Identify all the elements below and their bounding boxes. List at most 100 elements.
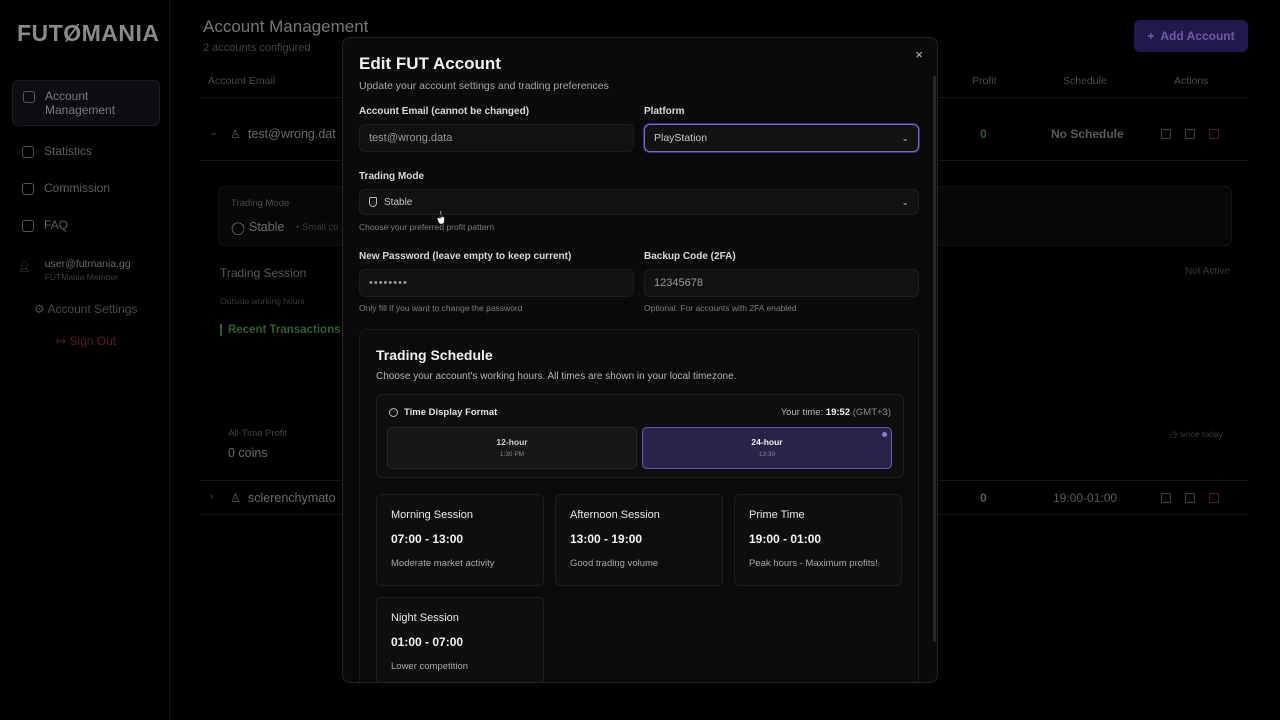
- user-icon: 👤︎: [18, 262, 31, 273]
- time-format-header: Time Display Format: [389, 407, 497, 418]
- sidebar-item-label: Account Management: [45, 89, 116, 117]
- session-desc: Good trading volume: [570, 558, 659, 569]
- sync-icon[interactable]: [1161, 129, 1171, 139]
- sidebar-item-commission[interactable]: Commission: [12, 173, 160, 203]
- chevron-down-icon: ⌄: [901, 196, 909, 207]
- dialog-title: Edit FUT Account: [359, 54, 501, 73]
- add-account-button[interactable]: + Add Account: [1134, 20, 1248, 52]
- email-field: test@wrong.data: [359, 124, 634, 152]
- backup-code-help: Optional: For accounts with 2FA enabled: [644, 303, 797, 313]
- logout-icon: ↦: [56, 334, 67, 348]
- sidebar-item-faq[interactable]: FAQ: [12, 210, 160, 240]
- session-name: Morning Session: [391, 509, 473, 521]
- app-logo: FUTØMANIA: [17, 20, 160, 46]
- dialog-scrollbar[interactable]: [933, 76, 936, 642]
- session-desc: Lower competition: [391, 661, 469, 672]
- percent-icon: [22, 183, 34, 195]
- chevron-down-icon[interactable]: ⌄: [210, 127, 218, 138]
- format-example: 13:30: [758, 451, 776, 458]
- sidebar-item-statistics[interactable]: Statistics: [12, 136, 160, 166]
- session-card-morning[interactable]: Morning Session 07:00 - 13:00 Moderate m…: [376, 494, 544, 586]
- session-desc: Moderate market activity: [391, 558, 495, 569]
- trading-mode-label: Trading Mode: [231, 198, 290, 209]
- your-time: Your time: 19:52 (GMT+3): [781, 407, 891, 418]
- password-label: New Password (leave empty to keep curren…: [359, 251, 572, 262]
- chevron-down-icon: ⌄: [901, 132, 909, 143]
- trash-icon[interactable]: [1209, 493, 1219, 503]
- trading-session-label: Trading Session: [220, 266, 307, 280]
- pause-icon[interactable]: [1161, 493, 1171, 503]
- trading-schedule-section: Trading Schedule Choose your account's w…: [359, 329, 919, 682]
- account-icon: ♙: [230, 127, 241, 141]
- email-value: test@wrong.data: [369, 132, 453, 144]
- format-24-hour-option[interactable]: 24-hour 13:30: [642, 427, 892, 469]
- user-email: user@futmania.gg: [44, 258, 131, 270]
- sidebar-item-label: FAQ: [44, 218, 69, 232]
- platform-value: PlayStation: [654, 132, 708, 144]
- since-today-text: ◷ since today: [1170, 429, 1223, 440]
- close-button[interactable]: ×: [915, 47, 923, 62]
- page-title: Account Management: [203, 17, 369, 36]
- table-row-email[interactable]: test@wrong.dat: [248, 127, 336, 141]
- session-time: 01:00 - 07:00: [391, 635, 464, 649]
- account-icon: ♙: [230, 491, 241, 505]
- password-value: ••••••••: [369, 277, 408, 289]
- edit-account-dialog: × Edit FUT Account Update your account s…: [342, 37, 938, 683]
- backup-code-field[interactable]: 12345678: [644, 269, 919, 297]
- trending-up-icon: [22, 146, 34, 158]
- platform-select[interactable]: PlayStation ⌄: [644, 124, 919, 152]
- all-time-profit-label: All-Time Profit: [228, 428, 288, 439]
- chevron-right-icon[interactable]: ›: [210, 491, 213, 501]
- table-row-email[interactable]: sclerenchymato: [248, 491, 336, 505]
- your-time-label: Your time:: [780, 407, 824, 418]
- sidebar-item-label: Commission: [44, 181, 111, 195]
- time-display-format: Time Display Format Your time: 19:52 (GM…: [376, 394, 904, 478]
- format-example: 1:30 PM: [499, 451, 525, 458]
- column-header-email: Account Email: [208, 75, 276, 87]
- trading-mode-note: • Small co: [296, 222, 339, 233]
- selected-indicator: [882, 432, 887, 437]
- gear-icon: ⚙: [34, 302, 45, 316]
- user-role: FUTMania Member: [44, 272, 118, 282]
- outside-hours-text: Outside working hours: [220, 296, 305, 306]
- schedule-title: Trading Schedule: [376, 347, 493, 363]
- edit-icon[interactable]: [1185, 493, 1195, 503]
- trading-mode-help: Choose your preferred profit pattern: [359, 222, 495, 232]
- sidebar-item-account-management[interactable]: Account Management: [12, 80, 160, 126]
- format-12-hour-option[interactable]: 12-hour 1:30 PM: [387, 427, 637, 469]
- session-time: 13:00 - 19:00: [570, 532, 643, 546]
- backup-code-value: 12345678: [654, 277, 703, 289]
- session-card-afternoon[interactable]: Afternoon Session 13:00 - 19:00 Good tra…: [555, 494, 723, 586]
- format-name: 24-hour: [751, 437, 783, 447]
- table-row-schedule: No Schedule: [1051, 127, 1124, 141]
- dialog-description: Update your account settings and trading…: [359, 80, 609, 92]
- help-icon: [22, 220, 34, 232]
- backup-code-label: Backup Code (2FA): [644, 251, 736, 262]
- wallet-icon: [23, 91, 35, 103]
- session-name: Afternoon Session: [570, 509, 660, 521]
- time-format-title: Time Display Format: [404, 407, 498, 418]
- session-card-prime-time[interactable]: Prime Time 19:00 - 01:00 Peak hours - Ma…: [734, 494, 902, 586]
- platform-label: Platform: [644, 106, 685, 117]
- user-block: 👤︎ user@futmania.gg FUTMania Member: [18, 258, 131, 282]
- account-settings-link[interactable]: ⚙ Account Settings: [34, 302, 138, 316]
- mouse-cursor-icon: [437, 210, 445, 225]
- trading-mode-value: Stable: [249, 220, 285, 234]
- trash-icon[interactable]: [1209, 129, 1219, 139]
- account-settings-label: Account Settings: [47, 302, 138, 316]
- format-name: 12-hour: [496, 437, 528, 447]
- session-time: 07:00 - 13:00: [391, 532, 464, 546]
- timezone: (GMT+3): [852, 407, 891, 418]
- edit-icon[interactable]: [1185, 129, 1195, 139]
- session-card-night[interactable]: Night Session 01:00 - 07:00 Lower compet…: [376, 597, 544, 682]
- since-today-label: since today: [1179, 429, 1223, 439]
- password-field[interactable]: ••••••••: [359, 269, 634, 297]
- session-time: 19:00 - 01:00: [749, 532, 822, 546]
- sign-out-link[interactable]: ↦ Sign Out: [56, 334, 116, 348]
- add-account-label: Add Account: [1160, 29, 1235, 43]
- session-name: Prime Time: [749, 509, 805, 521]
- clock-icon: ◷: [1170, 429, 1178, 439]
- column-header-profit: Profit: [972, 75, 997, 87]
- your-time-value: 19:52: [825, 407, 851, 418]
- email-label: Account Email (cannot be changed): [359, 106, 530, 117]
